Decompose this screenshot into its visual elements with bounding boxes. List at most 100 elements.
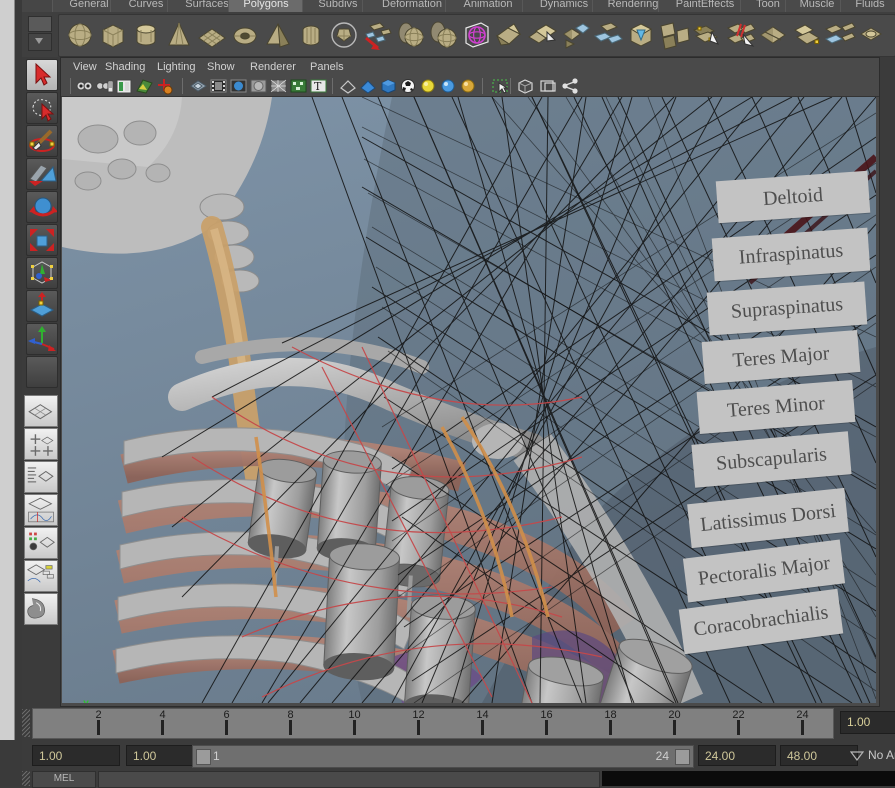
shelf-overflow-button[interactable] [28, 33, 52, 51]
poly-plane-icon[interactable] [195, 18, 229, 52]
timeline-tick-label: 10 [348, 709, 360, 721]
shelf-tab-painteffects[interactable]: PaintEffects [658, 0, 752, 12]
use-all-lights-icon[interactable] [439, 77, 457, 95]
icon-separator [481, 78, 484, 94]
show-manipulator-tool[interactable] [26, 323, 58, 355]
scale-tool[interactable] [26, 224, 58, 256]
svg-text:T: T [314, 80, 322, 93]
viewport-menu-panels[interactable]: Panels [306, 60, 348, 74]
poly-pyramid-icon[interactable] [261, 18, 295, 52]
poly-separate-icon[interactable] [591, 18, 625, 52]
shelf-tab-polygons[interactable]: Polygons [228, 0, 304, 12]
poly-sphere-b-icon[interactable] [393, 18, 427, 52]
flat-shade-icon[interactable] [359, 77, 377, 95]
viewport-menu-shading[interactable]: Shading [101, 60, 149, 74]
poly-sphere-c-icon[interactable] [426, 18, 460, 52]
command-line-grip[interactable] [22, 771, 30, 786]
timeline-tick [481, 720, 484, 735]
poly-merge-icon[interactable] [756, 18, 790, 52]
resolution-gate-icon[interactable] [229, 77, 247, 95]
shelf-tab-menu-button[interactable] [28, 16, 52, 32]
time-slider-grip[interactable] [22, 709, 30, 737]
poly-sculpt-icon[interactable] [855, 18, 889, 52]
poly-extrude-icon[interactable] [525, 18, 559, 52]
range-slider-right-handle[interactable] [675, 749, 690, 765]
paint-effects-layout[interactable] [24, 593, 58, 625]
timeline-tick [801, 720, 804, 735]
shadows-icon[interactable] [459, 77, 477, 95]
single-perspective-layout[interactable] [24, 395, 58, 427]
poly-cone-icon[interactable] [162, 18, 196, 52]
two-dimensional-pan-zoom-icon[interactable] [155, 77, 173, 95]
shelf-tab-fluids[interactable]: Fluids [840, 0, 895, 12]
viewport-menu-show[interactable]: Show [203, 60, 239, 74]
character-set-dropdown-icon[interactable] [850, 746, 864, 764]
poly-append-icon[interactable] [492, 18, 526, 52]
isolate-select-icon[interactable] [491, 77, 509, 95]
bookmarks-icon[interactable] [115, 77, 133, 95]
gate-mask-icon[interactable] [249, 77, 267, 95]
command-input-field[interactable] [98, 771, 600, 788]
viewport-menu-lighting[interactable]: Lighting [153, 60, 200, 74]
poly-interactive-create-icon[interactable] [459, 18, 493, 52]
xray-icon[interactable] [289, 77, 307, 95]
poly-cylinder-icon[interactable] [129, 18, 163, 52]
poly-face-split-icon[interactable] [360, 18, 394, 52]
icon-separator [181, 78, 184, 94]
time-slider-track[interactable]: 24681012141618202224 [32, 708, 834, 739]
range-slider-left-handle[interactable] [196, 749, 211, 765]
lasso-select-tool[interactable] [26, 92, 58, 124]
poly-combine-icon[interactable] [558, 18, 592, 52]
rotate-tool[interactable] [26, 191, 58, 223]
four-view-layout[interactable] [24, 428, 58, 460]
poly-cube-icon[interactable] [96, 18, 130, 52]
poly-bridge-icon[interactable] [822, 18, 856, 52]
playback-end-field[interactable]: 24.00 [698, 745, 776, 766]
shelf-tab-bar: GeneralCurvesSurfacesPolygonsSubdivsDefo… [22, 0, 895, 12]
camera-attributes-icon[interactable] [95, 77, 113, 95]
smooth-shade-all-icon[interactable] [339, 77, 357, 95]
paint-select-tool[interactable] [26, 125, 58, 157]
soft-modification-tool[interactable] [26, 290, 58, 322]
object-display-icon[interactable] [516, 77, 534, 95]
shelf-tab-animation[interactable]: Animation [445, 0, 531, 12]
move-tool[interactable] [26, 158, 58, 190]
textured-icon[interactable] [399, 77, 417, 95]
character-set-label[interactable]: No Anim L [868, 745, 895, 766]
poly-sphere-icon[interactable] [63, 18, 97, 52]
persp-graph-layout[interactable] [24, 494, 58, 526]
poly-cut-faces-icon[interactable] [723, 18, 757, 52]
use-default-light-icon[interactable] [419, 77, 437, 95]
select-tool[interactable] [26, 59, 58, 91]
xray-joints-icon[interactable]: T [309, 77, 327, 95]
secondary-toolbar-column[interactable] [0, 0, 15, 740]
poly-booleans-icon[interactable] [624, 18, 658, 52]
wireframe-on-shaded-icon[interactable] [269, 77, 287, 95]
viewport-menu-view[interactable]: View [69, 60, 101, 74]
film-gate-icon[interactable] [209, 77, 227, 95]
range-slider[interactable]: 1 24 [192, 745, 694, 768]
poly-wedge-icon[interactable] [789, 18, 823, 52]
image-plane-icon[interactable] [135, 77, 153, 95]
hypershade-persp-layout[interactable] [24, 527, 58, 559]
poly-prism-icon[interactable] [294, 18, 328, 52]
grid-toggle-icon[interactable] [189, 77, 207, 95]
persp-hypergraph-layout[interactable] [24, 560, 58, 592]
poly-split-polygon-icon[interactable] [690, 18, 724, 52]
shaded-icon[interactable] [379, 77, 397, 95]
poly-soccer-ball-icon[interactable] [327, 18, 361, 52]
anim-start-field[interactable]: 1.00 [32, 745, 120, 766]
panel-zoom-icon[interactable] [539, 77, 557, 95]
last-tool-used[interactable] [26, 356, 58, 388]
outliner-persp-layout[interactable] [24, 461, 58, 493]
viewport-menu-renderer[interactable]: Renderer [246, 60, 300, 74]
poly-torus-icon[interactable] [228, 18, 262, 52]
command-language-selector[interactable]: MEL [32, 771, 96, 788]
share-icon[interactable] [561, 77, 579, 95]
anim-end-field[interactable]: 48.00 [780, 745, 858, 766]
current-time-field[interactable]: 1.00 [840, 711, 895, 734]
poly-smooth-icon[interactable] [657, 18, 691, 52]
universal-manipulator-tool[interactable] [26, 257, 58, 289]
timeline-tick-label: 12 [412, 709, 424, 721]
select-camera-icon[interactable] [75, 77, 93, 95]
